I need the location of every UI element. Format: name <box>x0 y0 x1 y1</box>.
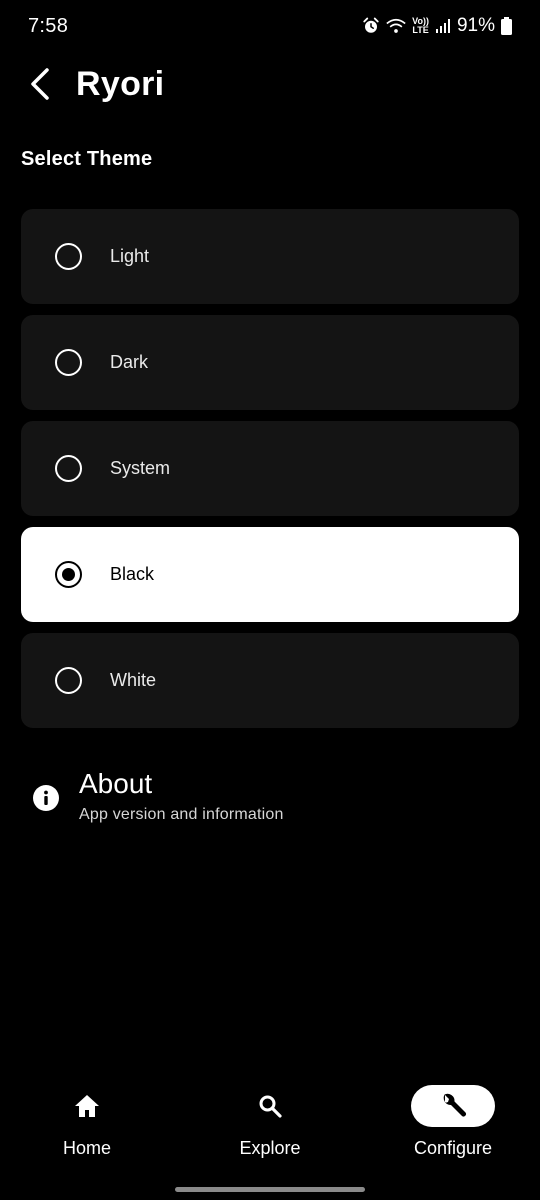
status-time: 7:58 <box>28 14 69 37</box>
theme-option-white[interactable]: White <box>21 633 519 728</box>
theme-option-black[interactable]: Black <box>21 527 519 622</box>
back-button[interactable] <box>22 60 58 108</box>
radio-button-selected[interactable] <box>55 561 82 588</box>
nav-item-explore[interactable]: Explore <box>180 1080 360 1159</box>
radio-button[interactable] <box>55 667 82 694</box>
radio-button[interactable] <box>55 349 82 376</box>
radio-button[interactable] <box>55 243 82 270</box>
status-icons: Vo)) LTE 91% <box>362 15 512 37</box>
volte-indicator: Vo)) LTE <box>412 17 429 35</box>
gesture-bar[interactable] <box>175 1187 365 1192</box>
battery-percent: 91% <box>456 15 495 36</box>
nav-item-home[interactable]: Home <box>0 1080 177 1159</box>
settings-screen: 7:58 Vo)) LTE 91% Ryori Select Theme Lig… <box>0 0 540 1200</box>
theme-option-dark[interactable]: Dark <box>21 315 519 410</box>
lte-label: LTE <box>412 25 429 35</box>
alarm-icon <box>362 17 380 35</box>
home-icon <box>75 1095 99 1117</box>
info-icon <box>33 785 59 811</box>
about-text: About App version and information <box>79 768 284 824</box>
theme-label: Light <box>110 246 150 266</box>
theme-list: Light Dark System Black White <box>21 209 519 728</box>
bottom-nav: Home Explore Configure <box>0 1080 540 1170</box>
search-icon <box>259 1095 282 1118</box>
page-title: Ryori <box>76 64 165 103</box>
radio-button[interactable] <box>55 455 82 482</box>
radio-dot <box>62 568 75 581</box>
wifi-icon <box>386 18 406 34</box>
section-title: Select Theme <box>21 148 153 170</box>
about-subtitle: App version and information <box>79 806 284 823</box>
theme-option-system[interactable]: System <box>21 421 519 516</box>
nav-label: Home <box>62 1138 111 1158</box>
theme-label: System <box>110 458 171 478</box>
theme-label: Black <box>110 564 155 584</box>
chevron-left-icon <box>31 68 49 100</box>
app-header: Ryori <box>22 60 164 108</box>
about-item[interactable]: About App version and information <box>33 768 284 824</box>
wrench-icon <box>443 1093 466 1117</box>
nav-label: Configure <box>413 1138 493 1158</box>
battery-icon <box>501 17 512 35</box>
nav-icon-container <box>45 1085 129 1127</box>
nav-item-configure[interactable]: Configure <box>363 1080 540 1159</box>
theme-label: Dark <box>110 352 149 372</box>
status-bar: 7:58 Vo)) LTE 91% <box>0 0 540 52</box>
theme-option-light[interactable]: Light <box>21 209 519 304</box>
nav-icon-container-active <box>411 1085 495 1127</box>
about-title: About <box>79 768 153 799</box>
theme-label: White <box>110 670 157 690</box>
signal-icon <box>435 18 451 34</box>
nav-icon-container <box>228 1085 312 1127</box>
nav-label: Explore <box>239 1138 301 1158</box>
